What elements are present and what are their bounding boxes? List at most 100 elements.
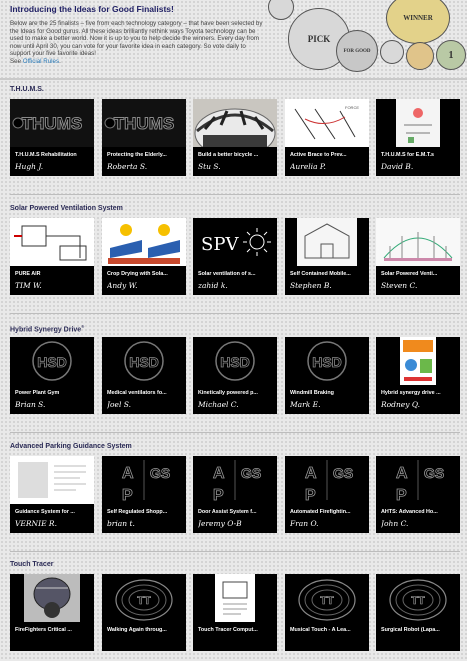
finalist-thumbnail[interactable] xyxy=(10,574,94,622)
coin-winner: WINNER xyxy=(386,0,450,44)
finalist-thumbnail[interactable] xyxy=(10,218,94,266)
svg-text:HSD: HSD xyxy=(312,354,342,370)
svg-text:SPV: SPV xyxy=(201,234,239,255)
finalist-thumbnail[interactable] xyxy=(376,337,460,385)
finalist-card[interactable]: Touch Tracer Comput... xyxy=(193,574,277,651)
finalist-thumbnail[interactable] xyxy=(376,218,460,266)
finalist-title[interactable]: Guidance System for ... xyxy=(15,509,93,515)
finalist-thumbnail[interactable] xyxy=(102,218,186,266)
finalist-title[interactable]: Solar ventilation of s... xyxy=(198,271,276,277)
finalist-card[interactable]: HSD Medical ventilators fo... Joel S. xyxy=(102,337,186,414)
finalist-thumbnail[interactable]: A GS P xyxy=(102,456,186,504)
finalist-thumbnail[interactable]: SPV xyxy=(193,218,277,266)
finalist-card[interactable]: Build a better bicycle ... Stu S. xyxy=(193,99,277,176)
finalist-title[interactable]: Medical ventilators fo... xyxy=(107,390,185,396)
category-title: Advanced Parking Guidance System xyxy=(10,443,132,450)
svg-text:TT: TT xyxy=(411,595,425,607)
finalist-title[interactable]: Windmill Braking xyxy=(290,390,368,396)
svg-text:FORCE: FORCE xyxy=(345,105,359,110)
finalist-title[interactable]: Active Brace to Prev... xyxy=(290,152,368,158)
official-rules-link[interactable]: Official Rules xyxy=(23,58,59,65)
finalist-card[interactable]: TT Walking Again throug... xyxy=(102,574,186,651)
finalist-title[interactable]: Automated Firefightin... xyxy=(290,509,368,515)
finalist-title[interactable]: Touch Tracer Comput... xyxy=(198,627,276,633)
coin-1: 1 xyxy=(436,40,466,70)
finalist-thumbnail[interactable]: TT xyxy=(102,574,186,622)
category-title: Touch Tracer xyxy=(10,561,53,568)
svg-text:TT: TT xyxy=(137,595,151,607)
finalist-card[interactable]: Hybrid synergy drive ... Rodney Q. xyxy=(376,337,460,414)
finalist-title[interactable]: Musical Touch - A Lea... xyxy=(290,627,368,633)
finalist-title[interactable]: Solar Powered Venti... xyxy=(381,271,459,277)
finalist-thumbnail[interactable] xyxy=(193,574,277,622)
finalist-title[interactable]: Door Assist System f... xyxy=(198,509,276,515)
finalist-thumbnail[interactable]: TT xyxy=(376,574,460,622)
finalist-title[interactable]: Hybrid synergy drive ... xyxy=(381,390,459,396)
finalist-thumbnail[interactable] xyxy=(376,99,460,147)
finalist-card[interactable]: HSD Power Plant Gym Brian S. xyxy=(10,337,94,414)
finalist-thumbnail[interactable] xyxy=(193,99,277,147)
finalist-card[interactable]: A GS P Automated Firefightin... Fran O. xyxy=(285,456,369,533)
coin-small-c xyxy=(268,0,294,20)
finalist-thumbnail[interactable]: A GS P xyxy=(285,456,369,504)
finalist-card[interactable]: PURE AIR TIM W. xyxy=(10,218,94,295)
finalist-author: Brian S. xyxy=(15,400,46,409)
svg-text:THUMS: THUMS xyxy=(22,114,82,133)
finalist-card[interactable]: HSD Windmill Braking Mark E. xyxy=(285,337,369,414)
svg-text:A: A xyxy=(122,465,134,482)
finalist-card[interactable]: THUMS Protecting the Elderly... Roberta S. xyxy=(102,99,186,176)
finalist-card[interactable]: FireFighters Critical ... xyxy=(10,574,94,651)
finalist-thumbnail[interactable]: THUMS xyxy=(10,99,94,147)
rules-period: . xyxy=(59,57,61,65)
finalist-card[interactable]: HSD Kinetically powered p... Michael C. xyxy=(193,337,277,414)
finalist-card[interactable]: TT Surgical Robot (Lapa... xyxy=(376,574,460,651)
finalist-card[interactable]: A GS P AHTS: Advanced Ho... John C. xyxy=(376,456,460,533)
finalist-title[interactable]: T.H.U.M.S for E.M.T.s xyxy=(381,152,459,158)
finalist-author: brian t. xyxy=(107,519,135,528)
finalist-title[interactable]: PURE AIR xyxy=(15,271,93,277)
finalist-title[interactable]: T.H.U.M.S Rehabilitation xyxy=(15,152,93,158)
finalist-title[interactable]: Self Contained Mobile... xyxy=(290,271,368,277)
finalist-thumbnail[interactable]: HSD xyxy=(102,337,186,385)
finalist-card[interactable]: Solar Powered Venti... Steven C. xyxy=(376,218,460,295)
section-divider xyxy=(10,551,460,552)
finalist-card[interactable]: Self Contained Mobile... Stephen B. xyxy=(285,218,369,295)
finalist-card[interactable]: A GS P Self Regulated Shopp... brian t. xyxy=(102,456,186,533)
finalist-title[interactable]: Surgical Robot (Lapa... xyxy=(381,627,459,633)
finalist-card[interactable]: T.H.U.M.S for E.M.T.s David B. xyxy=(376,99,460,176)
finalist-card[interactable]: A GS P Door Assist System f... Jeremy O-B xyxy=(193,456,277,533)
finalist-thumbnail[interactable]: FORCE xyxy=(285,99,369,147)
svg-text:GS: GS xyxy=(150,465,170,481)
finalist-title[interactable]: Power Plant Gym xyxy=(15,390,93,396)
finalist-title[interactable]: Protecting the Elderly... xyxy=(107,152,185,158)
finalist-card[interactable]: THUMS T.H.U.M.S Rehabilitation Hugh J. xyxy=(10,99,94,176)
finalist-author: Stu S. xyxy=(198,162,221,171)
finalist-title[interactable]: Self Regulated Shopp... xyxy=(107,509,185,515)
finalist-title[interactable]: Kinetically powered p... xyxy=(198,390,276,396)
finalist-title[interactable]: AHTS: Advanced Ho... xyxy=(381,509,459,515)
svg-text:P: P xyxy=(396,487,407,504)
intro-title: Introducing the Ideas for Good Finalists… xyxy=(10,4,174,14)
finalist-thumbnail[interactable]: A GS P xyxy=(193,456,277,504)
finalist-card[interactable]: Guidance System for ... VERNIE R. xyxy=(10,456,94,533)
finalist-thumbnail[interactable]: THUMS xyxy=(102,99,186,147)
finalist-thumbnail[interactable]: HSD xyxy=(10,337,94,385)
finalist-thumbnail[interactable] xyxy=(285,218,369,266)
finalist-card[interactable]: TT Musical Touch - A Lea... xyxy=(285,574,369,651)
category-title: Solar Powered Ventilation System xyxy=(10,205,123,212)
finalist-title[interactable]: FireFighters Critical ... xyxy=(15,627,93,633)
finalist-thumbnail[interactable]: TT xyxy=(285,574,369,622)
finalist-thumbnail[interactable]: A GS P xyxy=(376,456,460,504)
finalist-title[interactable]: Walking Again throug... xyxy=(107,627,185,633)
finalist-thumbnail[interactable]: HSD xyxy=(285,337,369,385)
finalist-author: John C. xyxy=(381,519,409,528)
finalist-author: Michael C. xyxy=(198,400,239,409)
finalist-card[interactable]: SPV Solar ventilation of s... zahid k. xyxy=(193,218,277,295)
finalist-title[interactable]: Build a better bicycle ... xyxy=(198,152,276,158)
finalist-card[interactable]: Crop Drying with Sola... Andy W. xyxy=(102,218,186,295)
finalist-thumbnail[interactable]: HSD xyxy=(193,337,277,385)
finalist-thumbnail[interactable] xyxy=(10,456,94,504)
finalist-card[interactable]: FORCE Active Brace to Prev... Aurelia P. xyxy=(285,99,369,176)
category-title-text: Solar Powered Ventilation System xyxy=(10,205,123,212)
finalist-title[interactable]: Crop Drying with Sola... xyxy=(107,271,185,277)
